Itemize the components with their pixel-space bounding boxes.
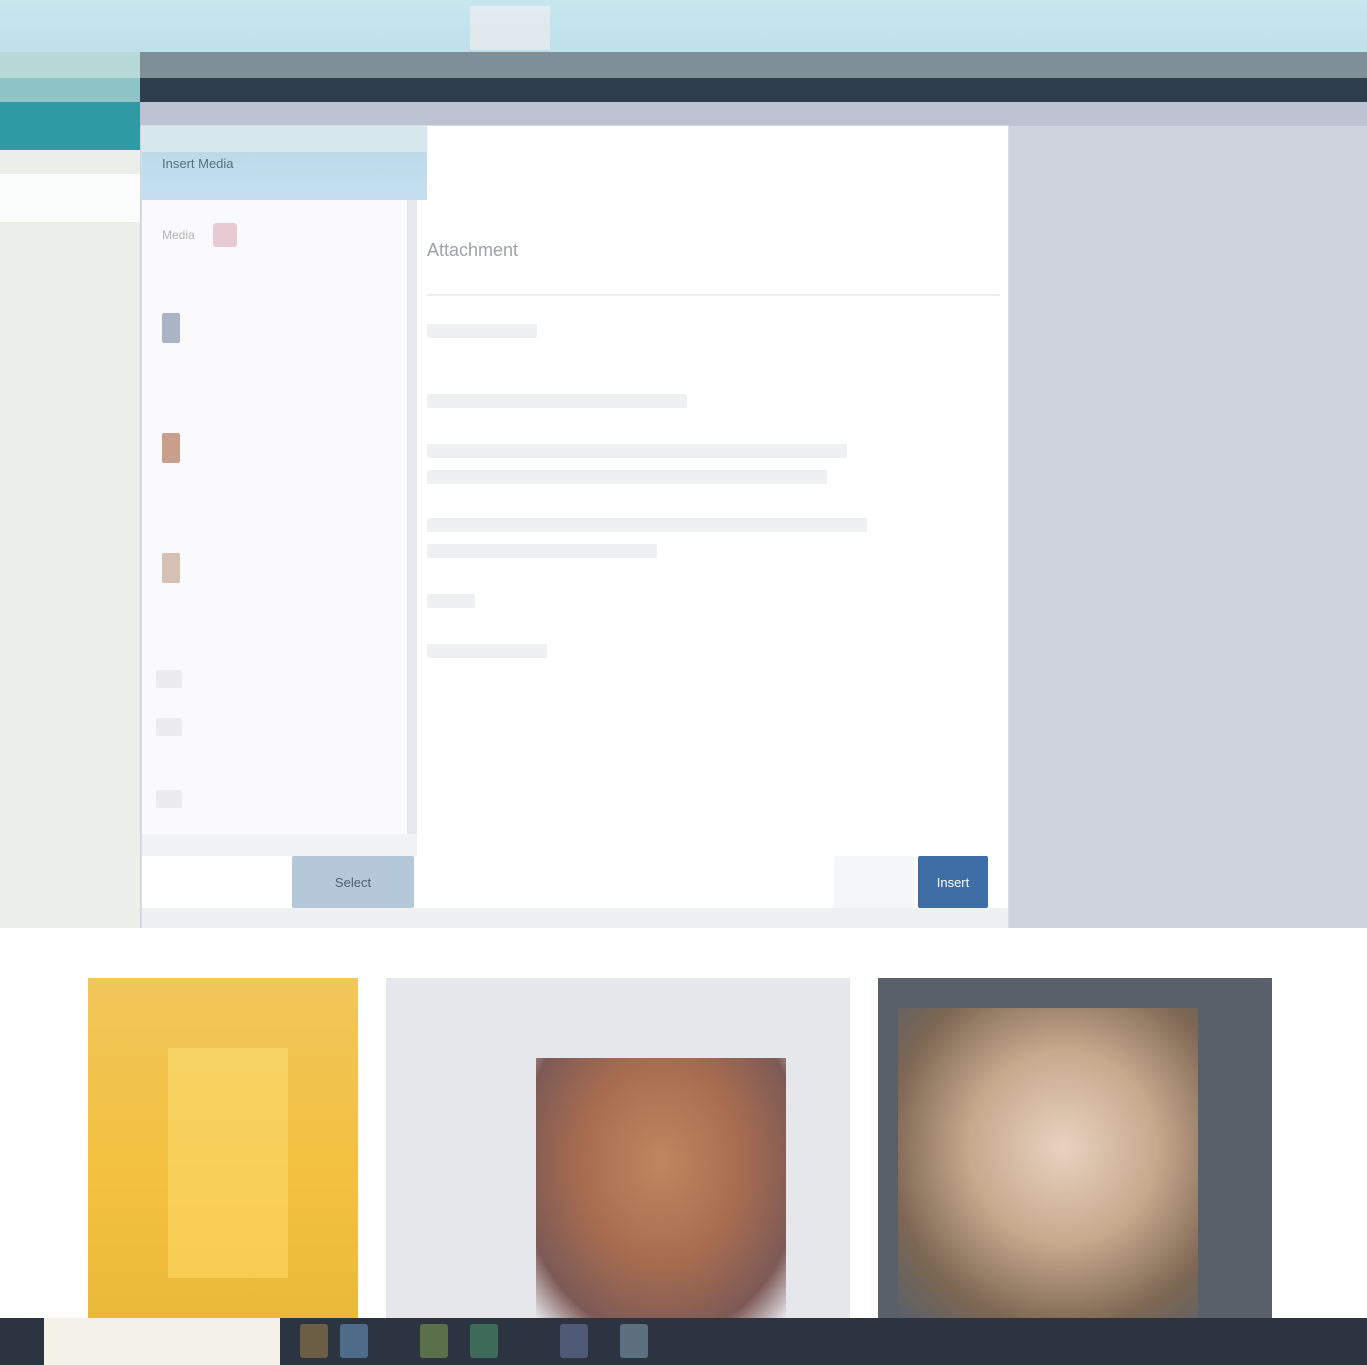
sidebar-option[interactable]: [156, 790, 182, 808]
taskbar-app-icon[interactable]: [620, 1324, 648, 1358]
taskbar-app-icon[interactable]: [560, 1324, 588, 1358]
taskbar: [0, 1318, 1367, 1365]
media-item[interactable]: [162, 308, 402, 348]
media-item[interactable]: [162, 548, 402, 588]
side-menu-blank: [0, 174, 140, 222]
taskbar-app-icon[interactable]: [340, 1324, 368, 1358]
gallery-card[interactable]: [386, 978, 850, 1318]
card-image: [536, 1058, 786, 1318]
media-sidebar: Media: [142, 200, 417, 834]
detail-line: [427, 644, 547, 658]
active-tab[interactable]: [470, 6, 550, 50]
card-image: [168, 1048, 288, 1278]
side-menu: [0, 150, 140, 928]
side-menu-active-item[interactable]: [0, 102, 140, 150]
detail-line: [427, 594, 475, 608]
details-title: Attachment: [427, 240, 519, 260]
detail-line: [427, 394, 687, 408]
admin-navbar: [0, 78, 1367, 102]
detail-line: [427, 444, 847, 458]
gallery-card[interactable]: [88, 978, 358, 1318]
taskbar-app-icon[interactable]: [420, 1324, 448, 1358]
dialog-title-bar: Insert Media: [142, 126, 427, 200]
navbar-left-block: [0, 78, 140, 102]
details-header: Attachment: [427, 200, 1000, 296]
media-details-panel: Attachment: [427, 200, 1000, 834]
media-item[interactable]: [162, 428, 402, 468]
dialog-title: Insert Media: [162, 155, 234, 171]
detail-line: [427, 324, 537, 338]
detail-line: [427, 470, 827, 484]
detail-line: [427, 544, 657, 558]
backdrop-band: [140, 102, 1367, 126]
browser-top-bar: [0, 0, 1367, 52]
card-image: [898, 1008, 1198, 1318]
toolbar-left-block: [0, 52, 140, 78]
sidebar-heading: Media: [162, 228, 195, 242]
gallery-card[interactable]: [878, 978, 1272, 1318]
detail-line: [427, 518, 867, 532]
taskbar-search[interactable]: [44, 1318, 280, 1365]
thumbnail-icon: [162, 313, 180, 343]
sidebar-option[interactable]: [156, 670, 182, 688]
toolbar-strip: [0, 52, 1367, 78]
pin-icon[interactable]: [212, 223, 237, 247]
insert-button[interactable]: Insert: [918, 856, 988, 908]
thumbnail-icon: [162, 553, 180, 583]
footer-divider: [142, 908, 1008, 928]
footer-sidebar-edge: [142, 834, 417, 856]
dialog-title-tab: [142, 126, 427, 152]
page-gallery: [0, 928, 1367, 1318]
taskbar-app-icon[interactable]: [300, 1324, 328, 1358]
cancel-button[interactable]: [834, 856, 914, 908]
sidebar-option[interactable]: [156, 718, 182, 736]
select-button[interactable]: Select: [292, 856, 414, 908]
media-dialog: Insert Media Media Attachment Select Ins…: [142, 126, 1008, 928]
sidebar-header: Media: [162, 220, 392, 250]
thumbnail-icon: [162, 433, 180, 463]
taskbar-app-icon[interactable]: [470, 1324, 498, 1358]
dialog-footer: Select Insert: [142, 834, 1008, 928]
